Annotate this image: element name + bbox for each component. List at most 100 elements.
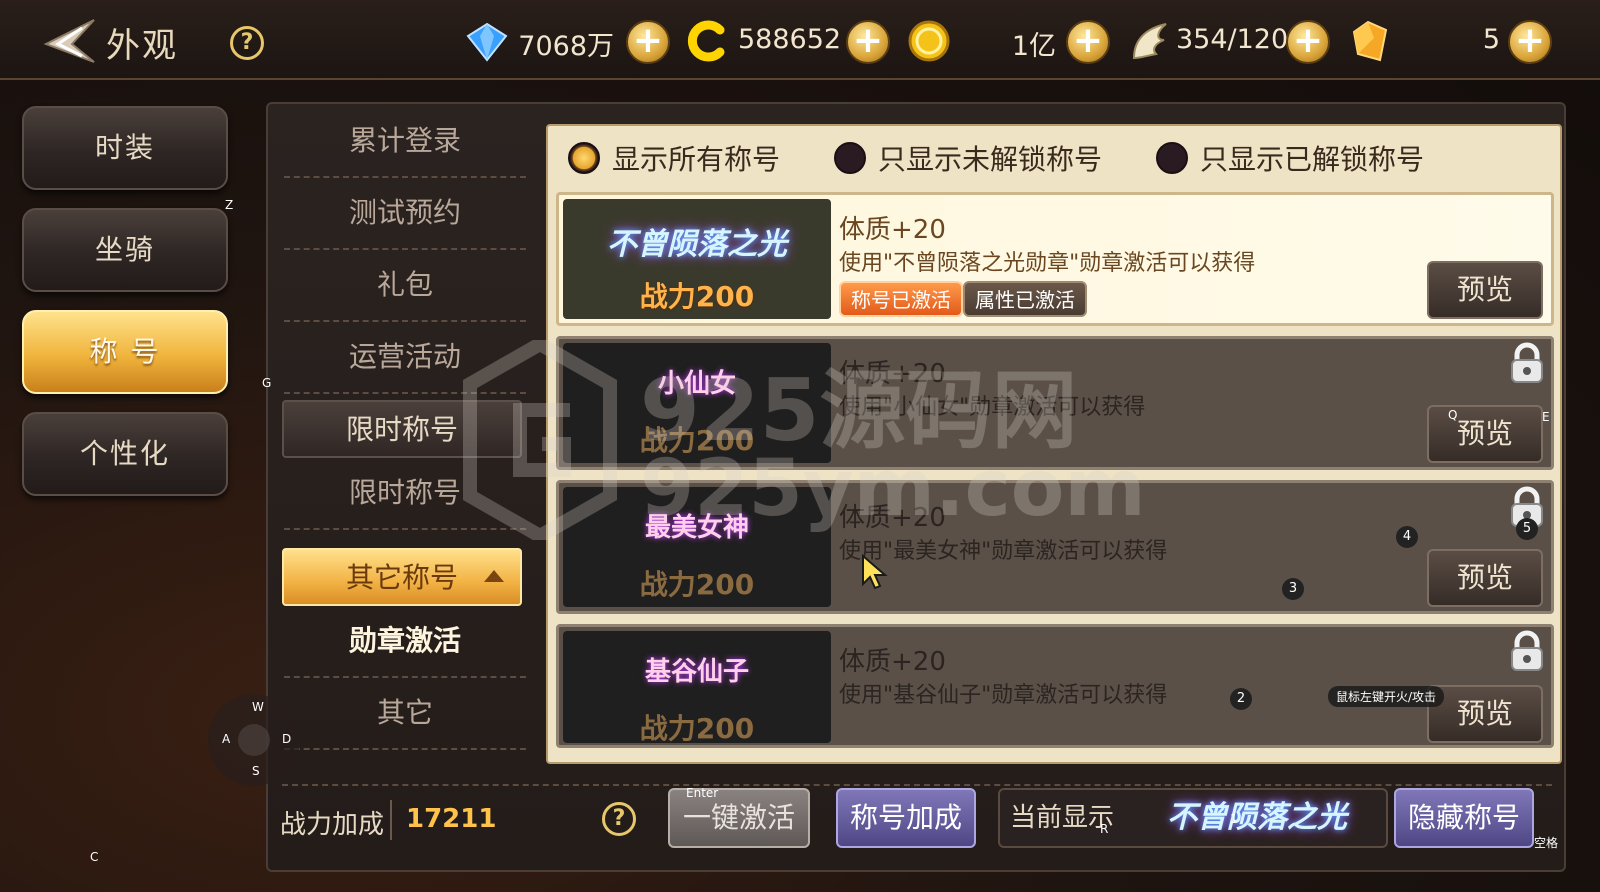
title-badge: 最美女神 战力200: [563, 487, 831, 607]
crystal-resource: 5 +: [1348, 14, 1558, 68]
crystal-amount: 5: [1482, 24, 1500, 55]
title-stat: 体质+20: [839, 359, 946, 389]
add-gold-coin-button[interactable]: +: [1066, 20, 1110, 64]
title-badge-power: 战力200: [639, 712, 755, 745]
submenu-item-login[interactable]: 累计登录: [284, 106, 526, 178]
key-hint-2: 2: [1230, 688, 1252, 710]
power-bonus-value: 17211: [406, 804, 497, 834]
title-stat: 体质+20: [839, 503, 946, 533]
filter-unlocked[interactable]: 只显示已解锁称号: [1156, 138, 1436, 178]
submenu-group-other-label: 其它称号: [345, 561, 458, 594]
submenu-item-operation[interactable]: 运营活动: [284, 322, 526, 394]
current-title-badge: 不曾陨落之光: [1167, 800, 1347, 835]
title-badge-name: 最美女神: [644, 513, 749, 543]
add-diamond-button[interactable]: +: [626, 20, 670, 64]
title-card: 小仙女 战力200 体质+20 使用"小仙女"勋章激活可以获得 预览: [556, 336, 1554, 470]
title-badge: 不曾陨落之光 战力200: [563, 199, 831, 319]
title-badge-name: 基谷仙子: [644, 657, 749, 687]
gold-coin-amount: 1亿: [1011, 31, 1056, 62]
add-stamina-button[interactable]: +: [1286, 20, 1330, 64]
key-hint-c: C: [90, 850, 99, 864]
back-arrow-icon[interactable]: [38, 14, 98, 68]
preview-button[interactable]: 预览: [1427, 261, 1543, 319]
preview-button[interactable]: 预览: [1427, 549, 1543, 607]
title-stat: 体质+20: [839, 215, 946, 245]
key-hint-w: W: [252, 700, 264, 714]
title-stat: 体质+20: [839, 647, 946, 677]
page-title: 外观: [106, 26, 178, 66]
c-coin-icon: [687, 20, 725, 62]
preview-button[interactable]: 预览: [1427, 685, 1543, 743]
help-icon[interactable]: ?: [602, 802, 636, 836]
top-bar: 外观 ? 7068万 + 588652 + 1亿 + 354/120 + 5 +: [0, 0, 1600, 80]
add-crystal-button[interactable]: +: [1508, 20, 1552, 64]
filter-all[interactable]: 显示所有称号: [568, 138, 788, 178]
current-title-label: 当前显示: [1010, 803, 1115, 833]
footer-bar: 战力加成 17211 ? 一键激活 称号加成 当前显示 不曾陨落之光 隐藏称号: [266, 780, 1566, 872]
diamond-icon: [466, 22, 508, 62]
submenu-item-medal[interactable]: 勋章激活: [284, 606, 526, 678]
title-card: 不曾陨落之光 战力200 体质+20 使用"不曾陨落之光勋章"勋章激活可以获得 …: [556, 192, 1554, 326]
submenu-item-gift[interactable]: 礼包: [284, 250, 526, 322]
submenu-item-test-reserve[interactable]: 测试预约: [284, 178, 526, 250]
tab-fashion[interactable]: 时装: [22, 106, 228, 190]
tab-personalize[interactable]: 个性化: [22, 412, 228, 496]
title-activated-tag: 称号已激活: [839, 281, 963, 317]
title-bonus-button[interactable]: 称号加成: [836, 788, 976, 848]
key-hint-space: 空格: [1534, 836, 1559, 850]
key-hint-1: 1: [1230, 812, 1238, 826]
filter-locked[interactable]: 只显示未解锁称号: [834, 138, 1114, 178]
key-hint-d: D: [282, 732, 292, 746]
power-bonus-label: 战力加成: [280, 810, 385, 840]
title-desc: 使用"基谷仙子"勋章激活可以获得: [839, 683, 1168, 708]
key-hint-a: A: [222, 732, 231, 746]
key-hint-g: G: [262, 376, 272, 390]
mouse-attack-hint: 鼠标左键开火/攻击: [1328, 686, 1445, 707]
hide-title-button[interactable]: 隐藏称号: [1394, 788, 1534, 848]
filter-bar: 显示所有称号 只显示未解锁称号 只显示已解锁称号: [548, 126, 1560, 190]
key-hint-e: E: [1542, 410, 1550, 424]
submenu-group-other[interactable]: 其它称号: [282, 548, 522, 606]
title-badge-name: 不曾陨落之光: [607, 227, 787, 262]
key-hint-4: 4: [1396, 526, 1418, 548]
radio-icon: [834, 142, 866, 174]
caret-up-icon: [484, 570, 504, 582]
title-badge-power: 战力200: [639, 280, 755, 313]
current-title-display: 当前显示 不曾陨落之光: [998, 788, 1388, 848]
help-icon[interactable]: ?: [230, 26, 264, 60]
c-coin-amount: 588652: [738, 24, 842, 55]
title-badge: 基谷仙子 战力200: [563, 631, 831, 745]
stamina-amount: 354/120: [1176, 24, 1289, 55]
diamond-resource: 7068万 +: [464, 14, 674, 68]
radio-icon: [1156, 142, 1188, 174]
title-badge-power: 战力200: [639, 424, 755, 457]
stamina-resource: 354/120 +: [1126, 14, 1336, 68]
key-hint-z: Z: [225, 198, 234, 212]
radio-selected-icon: [568, 142, 600, 174]
title-list-area: 显示所有称号 只显示未解锁称号 只显示已解锁称号 不曾陨落之光 战力200 体质…: [546, 124, 1562, 764]
tab-title[interactable]: 称 号: [22, 310, 228, 394]
submenu-item-limited[interactable]: 限时称号: [284, 458, 526, 530]
key-hint-s: S: [252, 764, 260, 778]
add-c-coin-button[interactable]: +: [846, 20, 890, 64]
attribute-activated-tag: 属性已激活: [963, 281, 1087, 317]
key-hint-3: 3: [1282, 578, 1304, 600]
title-badge: 小仙女 战力200: [563, 343, 831, 463]
submenu-item-other[interactable]: 其它: [284, 678, 526, 750]
virtual-joystick[interactable]: W A D S: [208, 694, 300, 786]
title-badge-name: 小仙女: [657, 369, 736, 399]
gold-coin-icon: [908, 20, 950, 62]
tab-mount[interactable]: 坐骑: [22, 208, 228, 292]
joystick-knob[interactable]: [238, 724, 270, 756]
title-badge-power: 战力200: [639, 568, 755, 601]
c-coin-resource: 588652 +: [684, 14, 894, 68]
divider: [390, 800, 392, 840]
crystal-icon: [1352, 20, 1388, 62]
wing-icon: [1132, 23, 1167, 60]
lock-icon: [1511, 630, 1543, 671]
title-desc: 使用"不曾陨落之光勋章"勋章激活可以获得: [839, 251, 1256, 276]
preview-button[interactable]: 预览: [1427, 405, 1543, 463]
lock-icon: [1511, 342, 1543, 383]
divider: [282, 784, 1552, 786]
submenu-group-limited[interactable]: 限时称号: [282, 400, 522, 458]
